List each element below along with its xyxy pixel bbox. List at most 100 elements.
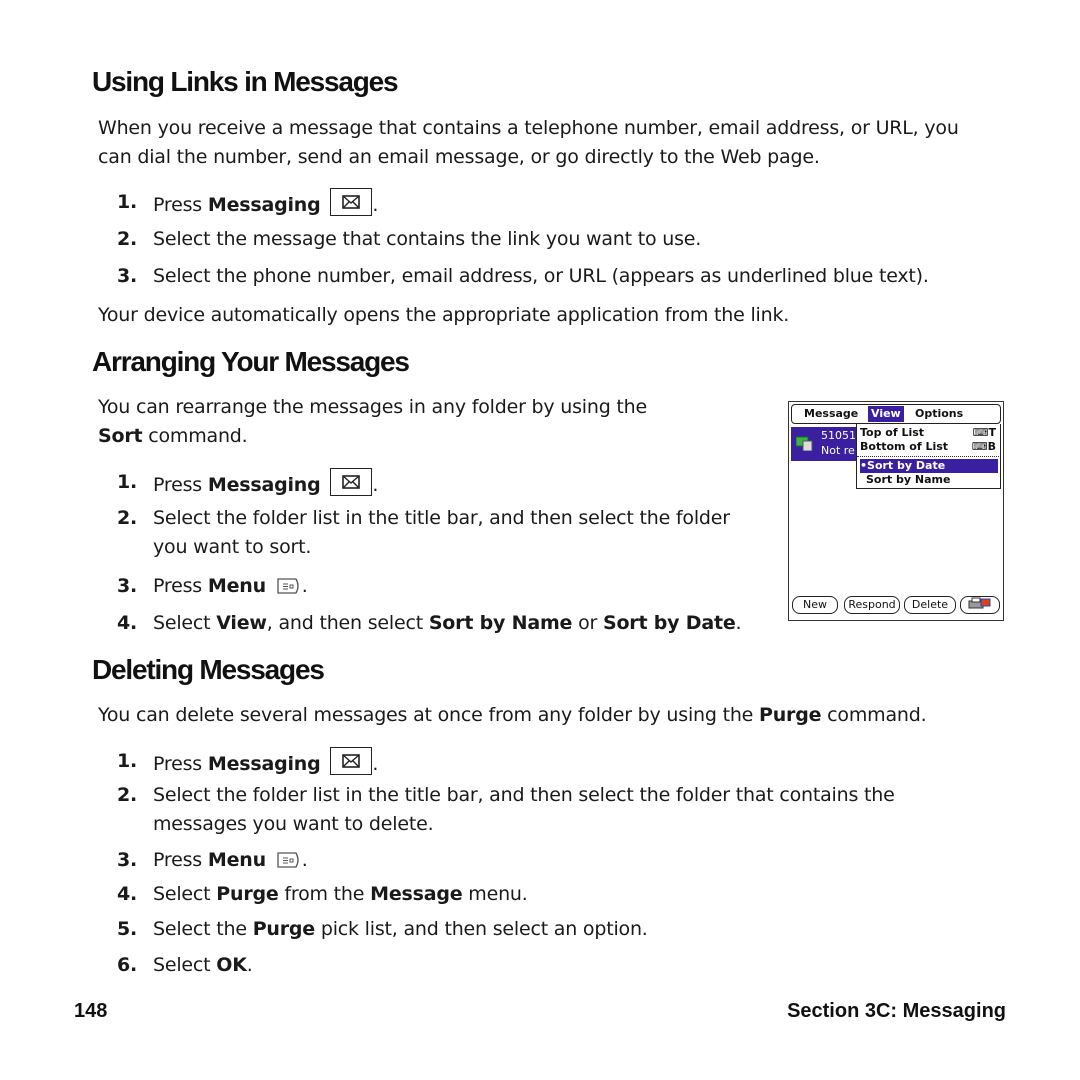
step-text: or (572, 612, 603, 634)
messaging-key-icon (330, 188, 373, 216)
arranging-step-4: 4. Select View, and then select Sort by … (117, 609, 742, 638)
step-bold: View (216, 612, 267, 634)
intro-bold: Purge (759, 704, 822, 726)
intro-line: You can rearrange the messages in any fo… (98, 396, 648, 418)
deleting-step-4: 4. Select Purge from the Message menu. (117, 880, 528, 909)
menu-item-top-of-list[interactable]: Top of List ⌨T (860, 426, 998, 440)
step-text: Select (153, 954, 217, 976)
step-text: Select the folder list in the title bar,… (153, 507, 730, 529)
page-number: 148 (74, 1000, 108, 1022)
step-number: 2. (117, 784, 138, 806)
step-bold: Menu (207, 575, 266, 597)
arranging-step-1: 1. Press Messaging . (117, 468, 378, 500)
step-text: . (301, 849, 308, 871)
new-button[interactable]: New (792, 596, 838, 614)
links-intro: When you receive a message that contains… (98, 114, 959, 172)
intro-text: You can delete several messages at once … (98, 704, 759, 726)
arranging-intro: You can rearrange the messages in any fo… (98, 393, 647, 451)
step-text: Press (153, 849, 208, 871)
step-bold: Sort by Name (428, 612, 573, 634)
step-bold: Messaging (207, 194, 321, 216)
heading-deleting: Deleting Messages (92, 654, 325, 685)
links-outro: Your device automatically opens the appr… (98, 304, 790, 326)
step-bold: Message (370, 883, 463, 905)
heading-using-links: Using Links in Messages (92, 66, 399, 97)
message-sender: 51051 (821, 429, 856, 442)
step-text: . (301, 575, 308, 597)
step-text: Select the message that contains the lin… (153, 228, 702, 250)
send-receive-icon (967, 597, 993, 612)
intro-bold: Sort (98, 425, 143, 447)
message-status: Not re (821, 444, 855, 457)
arranging-step-2: 2. Select the folder list in the title b… (117, 504, 730, 562)
intro-line: command. (142, 425, 248, 447)
links-step-3: 3. Select the phone number, email addres… (117, 262, 929, 291)
step-text: Select the folder list in the title bar,… (153, 784, 895, 806)
step-text: . (372, 474, 379, 496)
menu-view[interactable]: View (868, 406, 904, 422)
step-number: 1. (117, 471, 138, 493)
step-text: you want to sort. (153, 536, 312, 558)
step-number: 2. (117, 507, 138, 529)
step-text: Press (153, 194, 208, 216)
send-receive-button[interactable] (960, 596, 1000, 614)
step-text: Select the (153, 918, 253, 940)
step-text: menu. (462, 883, 528, 905)
links-step-2: 2. Select the message that contains the … (117, 225, 701, 254)
deleting-step-2: 2. Select the folder list in the title b… (117, 781, 895, 839)
step-text: Press (153, 753, 208, 775)
step-number: 4. (117, 612, 138, 634)
step-number: 1. (117, 191, 138, 213)
step-text: Select (153, 883, 217, 905)
step-number: 6. (117, 954, 138, 976)
step-number: 4. (117, 883, 138, 905)
heading-arranging: Arranging Your Messages (92, 346, 410, 377)
shortcut-label: ⌨B (971, 440, 996, 453)
step-text: Press (153, 474, 208, 496)
respond-button[interactable]: Respond (844, 596, 900, 614)
step-number: 1. (117, 750, 138, 772)
step-number: 5. (117, 918, 138, 940)
messaging-key-icon (330, 468, 373, 496)
step-bold: Purge (216, 883, 279, 905)
step-number: 2. (117, 228, 138, 250)
step-text: messages you want to delete. (153, 813, 434, 835)
deleting-step-1: 1. Press Messaging . (117, 747, 378, 779)
intro-line: When you receive a message that contains… (98, 117, 959, 139)
links-step-1: 1. Press Messaging . (117, 188, 378, 220)
menu-message[interactable]: Message (801, 406, 861, 422)
message-envelope-icon (795, 435, 814, 452)
deleting-step-6: 6. Select OK. (117, 951, 253, 980)
menu-options[interactable]: Options (912, 406, 966, 422)
step-text: from the (278, 883, 371, 905)
step-bold: OK (216, 954, 247, 976)
menu-item-bottom-of-list[interactable]: Bottom of List ⌨B (860, 440, 998, 454)
step-text: , and then select (266, 612, 429, 634)
message-list-item[interactable]: 51051 Not re (791, 427, 857, 461)
menu-key-icon (276, 850, 302, 879)
shortcut-key: T (988, 426, 996, 439)
menu-separator (857, 456, 999, 457)
view-dropdown-menu: Top of List ⌨T Bottom of List ⌨B •Sort b… (856, 424, 1001, 489)
step-text: Press (153, 575, 208, 597)
shortcut-label: ⌨T (972, 426, 996, 439)
step-number: 3. (117, 575, 138, 597)
step-number: 3. (117, 849, 138, 871)
step-text: . (372, 753, 379, 775)
step-text: Select the phone number, email address, … (153, 265, 929, 287)
menu-item-sort-by-name[interactable]: Sort by Name (860, 473, 998, 487)
step-bold: Menu (207, 849, 266, 871)
menu-item-sort-by-date[interactable]: •Sort by Date (860, 459, 998, 473)
messaging-key-icon (330, 747, 373, 775)
step-bold: Messaging (207, 753, 321, 775)
step-text: . (372, 194, 379, 216)
menu-key-icon (276, 576, 302, 605)
delete-button[interactable]: Delete (904, 596, 956, 614)
step-bold: Purge (252, 918, 316, 940)
intro-line: can dial the number, send an email messa… (98, 146, 820, 168)
intro-text: command. (821, 704, 927, 726)
step-bold: Sort by Date (602, 612, 736, 634)
section-label: Section 3C: Messaging (787, 1000, 1006, 1022)
menu-bar: Message View Options (791, 404, 1001, 424)
menu-item-label: Bottom of List (860, 440, 949, 453)
